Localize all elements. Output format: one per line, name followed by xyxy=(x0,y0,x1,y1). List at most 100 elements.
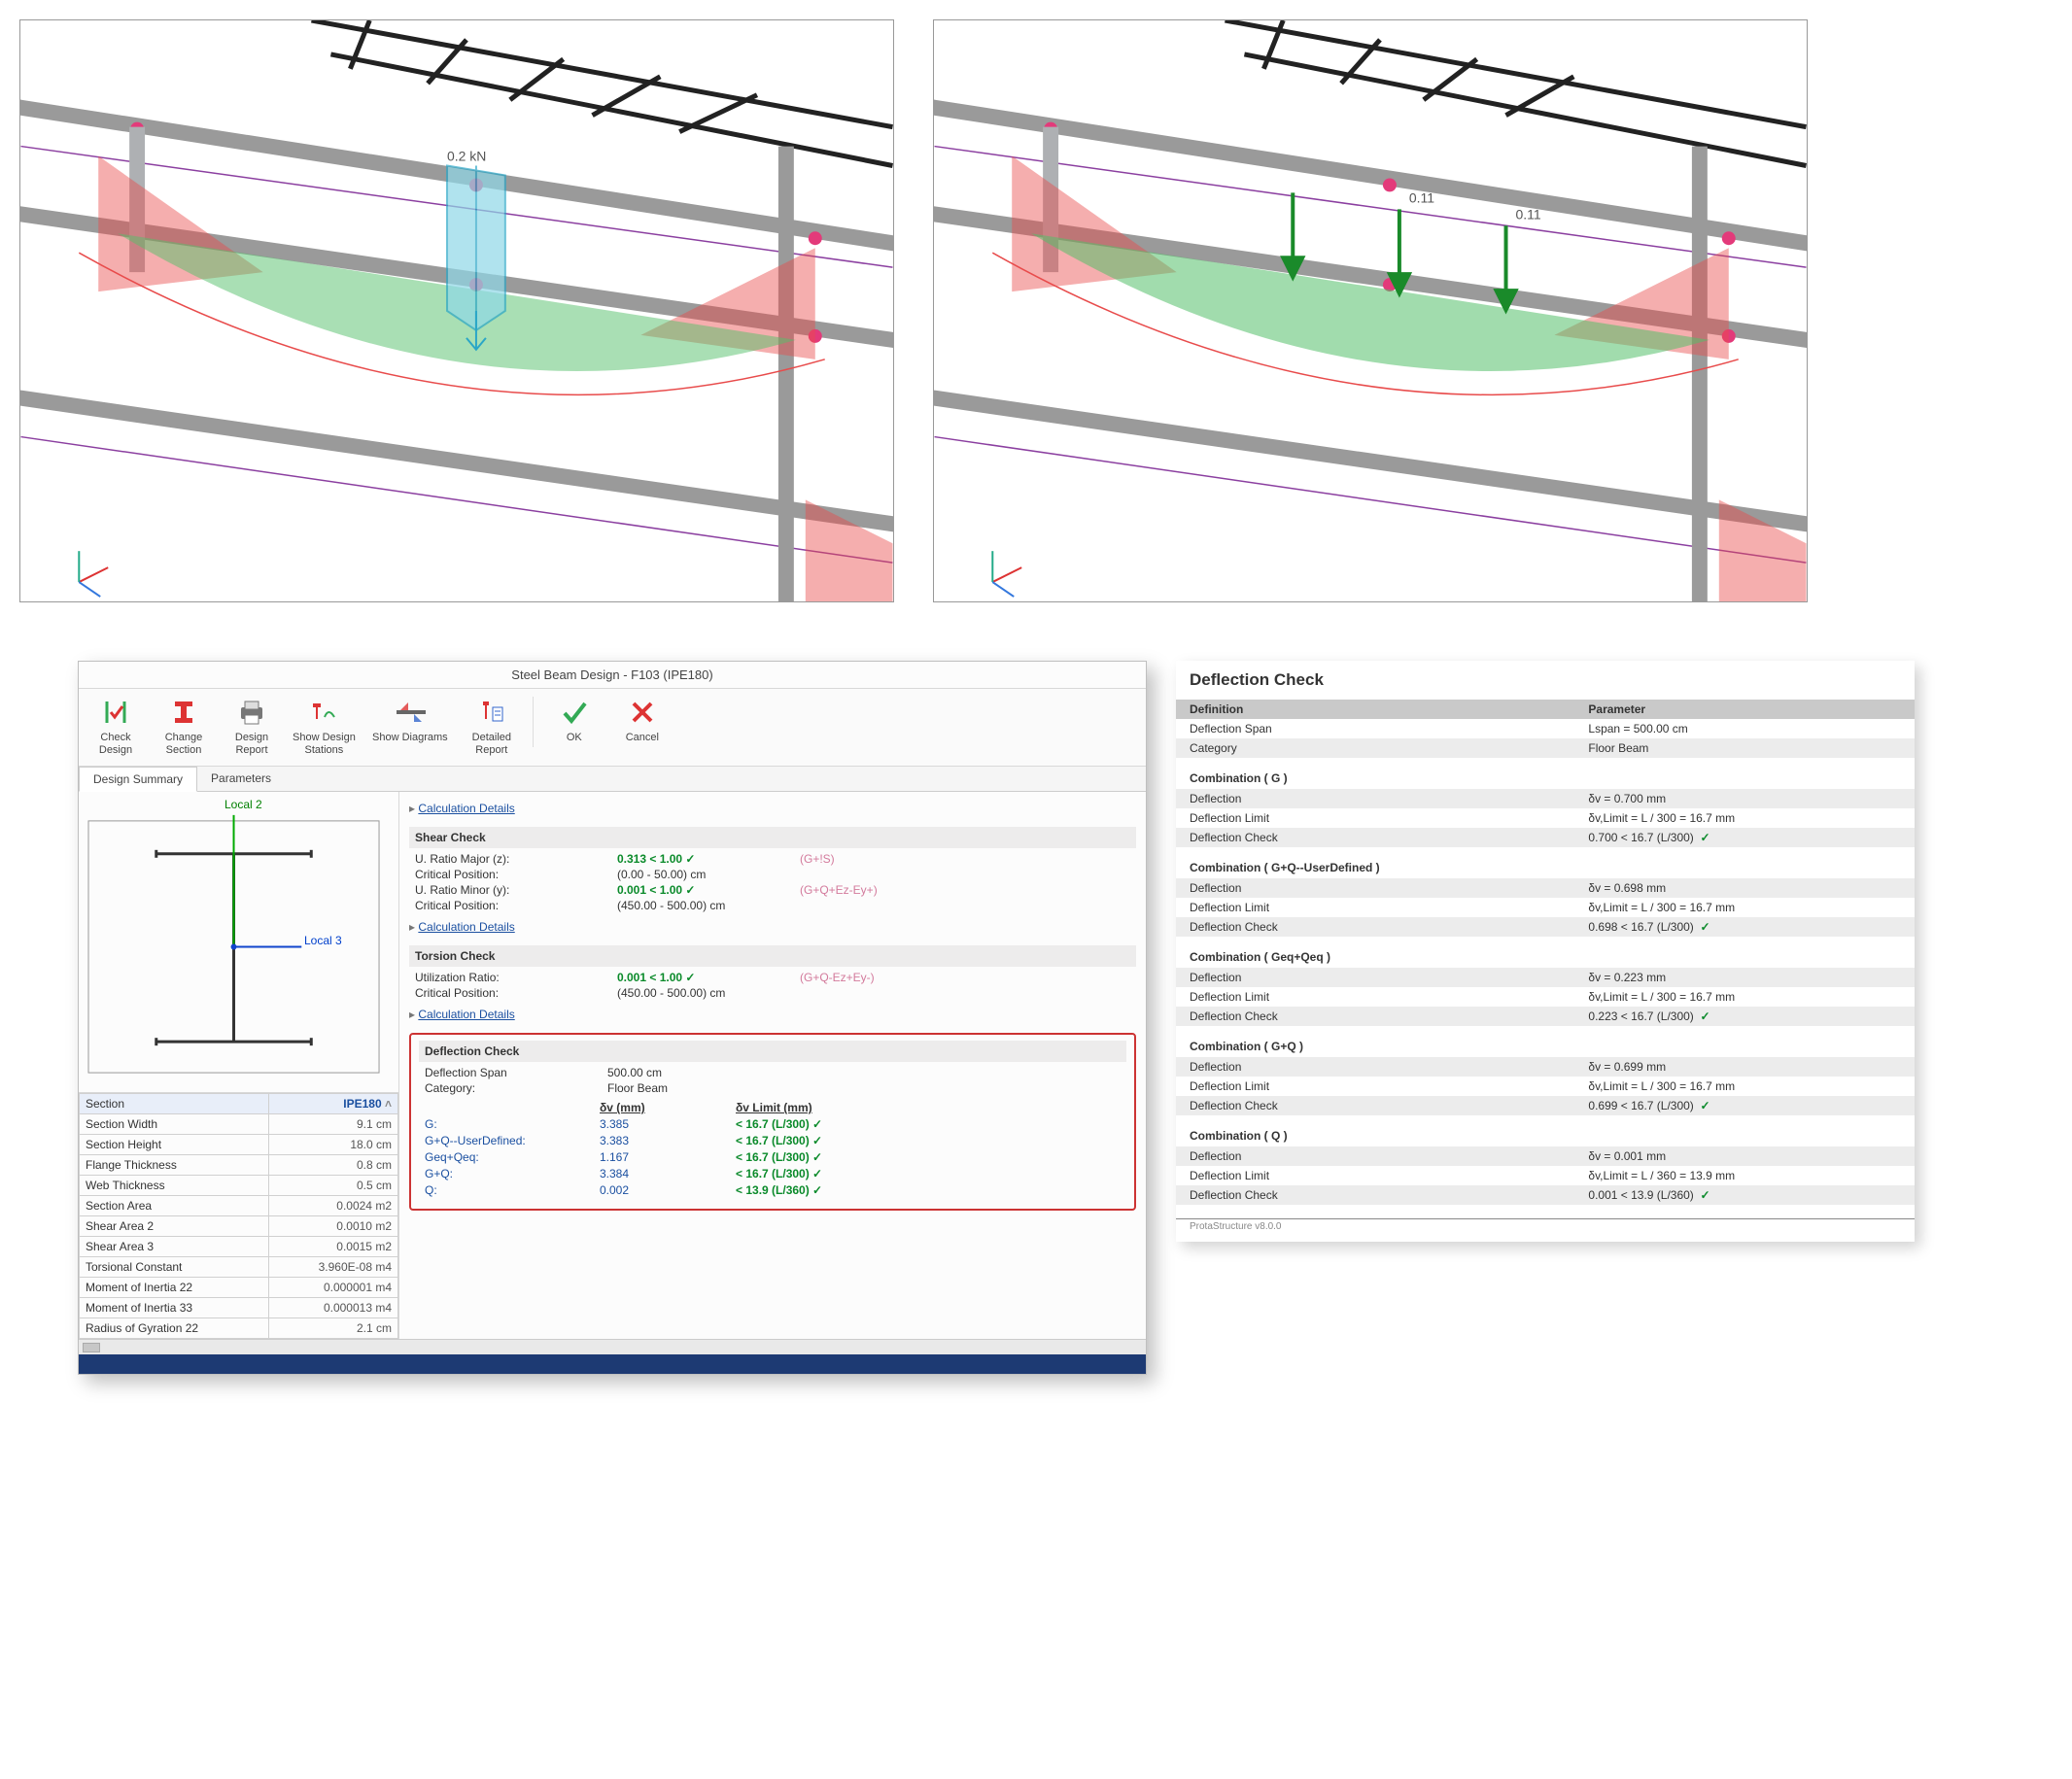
deflection-check-header: Deflection Check xyxy=(419,1041,1126,1062)
steel-beam-design-dialog: Steel Beam Design - F103 (IPE180) CheckD… xyxy=(78,661,1147,1375)
shear-crit1-label: Critical Position: xyxy=(415,868,609,881)
deflection-row-value: 3.384 xyxy=(600,1167,736,1180)
report-cat-label: Category xyxy=(1176,738,1574,758)
combo-header: Combination ( Q ) xyxy=(1176,1115,1915,1146)
combo-limit-label: Deflection Limit xyxy=(1176,898,1574,917)
calc-details-link-shear[interactable]: ▸ Calculation Details xyxy=(409,916,1136,938)
prop-label: Section Width xyxy=(80,1114,269,1135)
show-design-stations-button[interactable]: Show DesignStations xyxy=(293,697,356,756)
deflection-row-limit: < 16.7 (L/300) ✓ xyxy=(736,1150,930,1164)
report-cat-value: Floor Beam xyxy=(1574,738,1915,758)
combo-limit-value: δv,Limit = L / 360 = 13.9 mm xyxy=(1574,1166,1915,1185)
combo-limit-value: δv,Limit = L / 300 = 16.7 mm xyxy=(1574,808,1915,828)
deflection-row-value: 0.002 xyxy=(600,1183,736,1197)
combo-check-value: 0.001 < 13.9 (L/360) xyxy=(1574,1185,1915,1205)
section-prop-row[interactable]: Section Width9.1 cm xyxy=(80,1114,398,1135)
combo-limit-label: Deflection Limit xyxy=(1176,1077,1574,1096)
prop-label: Section Area xyxy=(80,1196,269,1216)
section-prop-row[interactable]: Shear Area 20.0010 m2 xyxy=(80,1216,398,1237)
section-prop-row[interactable]: Flange Thickness0.8 cm xyxy=(80,1155,398,1176)
show-diagrams-label: Show Diagrams xyxy=(372,732,448,744)
local2-label: Local 2 xyxy=(224,798,262,811)
show-diagrams-button[interactable]: Show Diagrams xyxy=(369,697,451,744)
combo-deflection-label: Deflection xyxy=(1176,789,1574,808)
detailed-report-button[interactable]: DetailedReport xyxy=(465,697,519,756)
prop-value: 9.1 cm xyxy=(268,1114,397,1135)
combo-limit-label: Deflection Limit xyxy=(1176,808,1574,828)
calc-details-link-top[interactable]: ▸ Calculation Details xyxy=(409,798,1136,819)
deflection-row-label: G+Q: xyxy=(425,1167,600,1180)
combo-deflection-value: δv = 0.001 mm xyxy=(1574,1146,1915,1166)
section-prop-row[interactable]: Section Height18.0 cm xyxy=(80,1135,398,1155)
shear-major-combo: (G+!S) xyxy=(800,852,1130,866)
design-report-label: DesignReport xyxy=(235,732,268,756)
torsion-check-header: Torsion Check xyxy=(409,945,1136,967)
change-section-button[interactable]: ChangeSection xyxy=(156,697,211,756)
check-design-button[interactable]: CheckDesign xyxy=(88,697,143,756)
combo-limit-label: Deflection Limit xyxy=(1176,1166,1574,1185)
section-prop-row[interactable]: Section Area0.0024 m2 xyxy=(80,1196,398,1216)
prop-value: IPE180 ˄ xyxy=(268,1094,397,1114)
deflection-check-box: Deflection Check Deflection Span 500.00 … xyxy=(409,1033,1136,1211)
section-prop-row[interactable]: Torsional Constant3.960E-08 m4 xyxy=(80,1257,398,1278)
check-design-label: CheckDesign xyxy=(99,732,132,756)
svg-text:0.11: 0.11 xyxy=(1409,189,1434,205)
combo-header: Combination ( G+Q ) xyxy=(1176,1026,1915,1057)
prop-value: 0.0015 m2 xyxy=(268,1237,397,1257)
tab-bar: Design Summary Parameters xyxy=(79,767,1146,792)
cancel-button[interactable]: Cancel xyxy=(615,697,670,744)
combo-deflection-value: δv = 0.223 mm xyxy=(1574,968,1915,987)
tab-parameters[interactable]: Parameters xyxy=(197,767,285,791)
deflection-grid: δv (mm) δv Limit (mm) G:3.385< 16.7 (L/3… xyxy=(419,1099,1126,1199)
report-title: Deflection Check xyxy=(1176,670,1915,700)
calc-details-link-torsion[interactable]: ▸ Calculation Details xyxy=(409,1004,1136,1025)
prop-label: Section Height xyxy=(80,1135,269,1155)
section-prop-row[interactable]: SectionIPE180 ˄ xyxy=(80,1094,398,1114)
combo-deflection-label: Deflection xyxy=(1176,1057,1574,1077)
deflection-span-val: 500.00 cm xyxy=(607,1066,782,1079)
prop-label: Moment of Inertia 22 xyxy=(80,1278,269,1298)
check-design-icon xyxy=(100,697,131,728)
report-span-label: Deflection Span xyxy=(1176,719,1574,738)
svg-text:0.11: 0.11 xyxy=(1516,206,1541,222)
combo-deflection-value: δv = 0.699 mm xyxy=(1574,1057,1915,1077)
combo-check-label: Deflection Check xyxy=(1176,1096,1574,1115)
combo-check-label: Deflection Check xyxy=(1176,1185,1574,1205)
viewport-3d-left[interactable]: 0.2 kN xyxy=(19,19,894,602)
combo-limit-value: δv,Limit = L / 300 = 16.7 mm xyxy=(1574,987,1915,1007)
section-diagram: Local 2 Local 3 xyxy=(79,792,398,1093)
ok-label: OK xyxy=(567,732,582,744)
section-prop-row[interactable]: Shear Area 30.0015 m2 xyxy=(80,1237,398,1257)
section-prop-row[interactable]: Radius of Gyration 222.1 cm xyxy=(80,1318,398,1339)
prop-value: 2.1 cm xyxy=(268,1318,397,1339)
prop-value: 0.000001 m4 xyxy=(268,1278,397,1298)
shear-minor-label: U. Ratio Minor (y): xyxy=(415,883,609,897)
torsion-ur-combo: (G+Q-Ez+Ey-) xyxy=(800,971,1130,984)
deflection-row-label: Geq+Qeq: xyxy=(425,1150,600,1164)
prop-value: 0.0024 m2 xyxy=(268,1196,397,1216)
torsion-ur-label: Utilization Ratio: xyxy=(415,971,609,984)
report-span-value: Lspan = 500.00 cm xyxy=(1574,719,1915,738)
change-section-label: ChangeSection xyxy=(165,732,203,756)
deflection-row-label: G: xyxy=(425,1117,600,1131)
deflection-span-label: Deflection Span xyxy=(425,1066,600,1079)
section-prop-row[interactable]: Moment of Inertia 220.000001 m4 xyxy=(80,1278,398,1298)
combo-deflection-label: Deflection xyxy=(1176,968,1574,987)
prop-label: Shear Area 3 xyxy=(80,1237,269,1257)
svg-text:0.2 kN: 0.2 kN xyxy=(447,149,486,164)
prop-label: Torsional Constant xyxy=(80,1257,269,1278)
ok-button[interactable]: OK xyxy=(547,697,602,744)
deflection-row-label: G+Q--UserDefined: xyxy=(425,1134,600,1147)
prop-label: Shear Area 2 xyxy=(80,1216,269,1237)
section-prop-row[interactable]: Web Thickness0.5 cm xyxy=(80,1176,398,1196)
deflection-cat-val: Floor Beam xyxy=(607,1081,782,1095)
report-footer: ProtaStructure v8.0.0 xyxy=(1176,1218,1915,1242)
deflection-cat-label: Category: xyxy=(425,1081,600,1095)
section-prop-row[interactable]: Moment of Inertia 330.000013 m4 xyxy=(80,1298,398,1318)
cancel-label: Cancel xyxy=(626,732,659,744)
shear-crit1-val: (0.00 - 50.00) cm xyxy=(617,868,792,881)
horizontal-scrollbar[interactable]: < xyxy=(79,1339,1146,1354)
design-report-button[interactable]: DesignReport xyxy=(224,697,279,756)
viewport-3d-right[interactable]: 0.11 0.11 xyxy=(933,19,1808,602)
tab-design-summary[interactable]: Design Summary xyxy=(79,767,197,792)
